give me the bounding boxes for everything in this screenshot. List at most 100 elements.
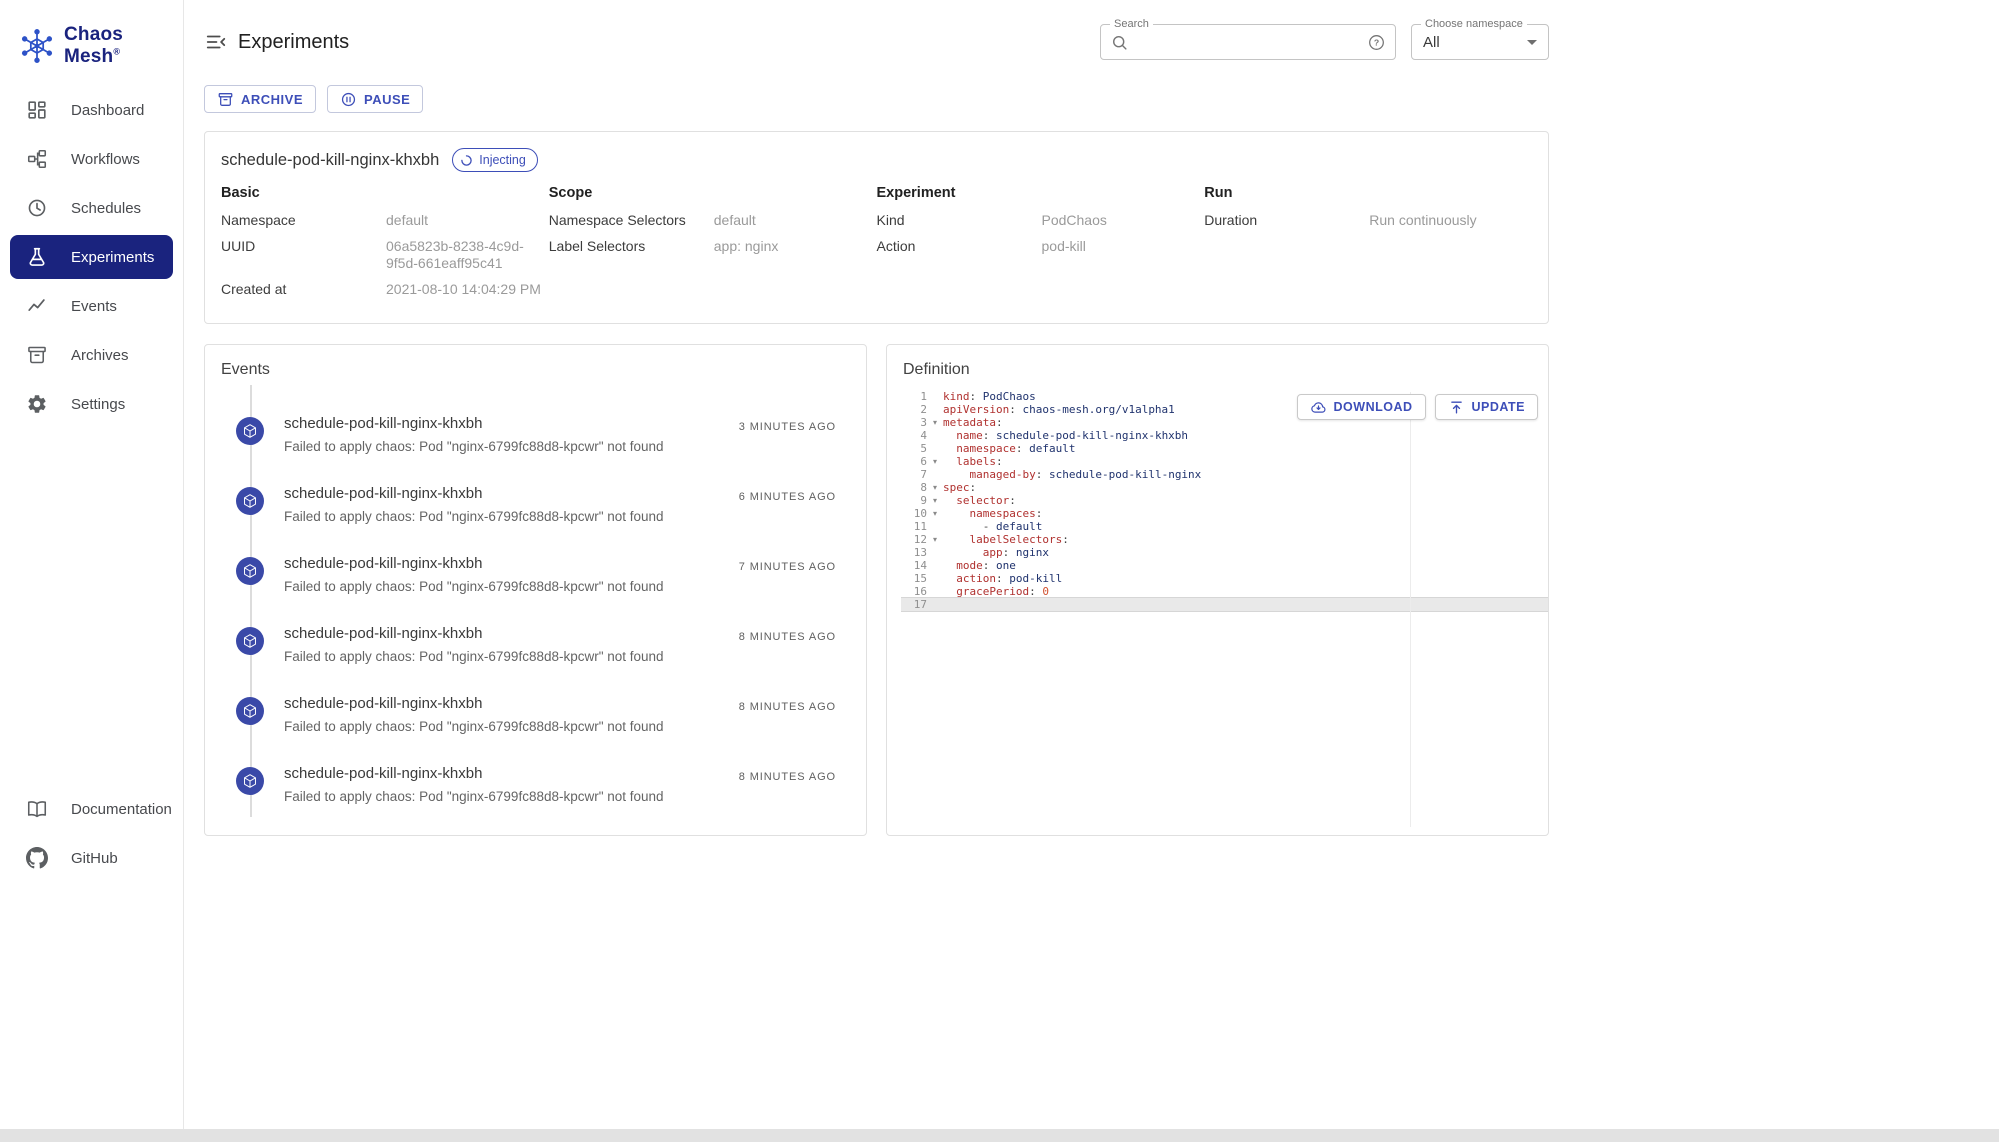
info-label: UUID [221, 238, 386, 272]
search-input[interactable] [1135, 34, 1361, 50]
info-value: default [714, 212, 756, 229]
namespace-select[interactable]: Choose namespace All [1411, 24, 1549, 60]
spinner-icon [460, 154, 473, 167]
sidebar-item-label: Archives [71, 347, 129, 364]
info-value: default [386, 212, 428, 229]
sidebar-item-label: Dashboard [71, 102, 144, 119]
lower-panels: Events schedule-pod-kill-nginx-khxbhFail… [204, 344, 1549, 836]
update-button-label: UPDATE [1472, 400, 1525, 414]
fold-gutter [927, 546, 943, 559]
code-text: name: schedule-pod-kill-nginx-khxbh [943, 429, 1548, 442]
menu-open-icon[interactable] [204, 30, 228, 54]
fold-icon[interactable]: ▾ [927, 416, 943, 429]
sidebar-item-experiments[interactable]: Experiments [10, 235, 173, 279]
definition-card: Definition DOWNLOAD UPDATE [886, 344, 1549, 836]
info-label: Namespace [221, 212, 386, 229]
info-row: Label Selectorsapp: nginx [549, 238, 877, 255]
events-icon [25, 294, 49, 318]
fold-icon[interactable]: ▾ [927, 533, 943, 546]
sidebar-item-workflows[interactable]: Workflows [10, 137, 173, 181]
code-text: gracePeriod: 0 [943, 585, 1548, 598]
code-line: 13 app: nginx [901, 546, 1548, 559]
info-label: Kind [877, 212, 1042, 229]
archive-button[interactable]: ARCHIVE [204, 85, 316, 113]
code-line: 12▾ labelSelectors: [901, 533, 1548, 546]
fold-gutter [927, 572, 943, 585]
event-item[interactable]: schedule-pod-kill-nginx-khxbhFailed to a… [221, 625, 850, 695]
sidebar-item-events[interactable]: Events [10, 284, 173, 328]
update-button[interactable]: UPDATE [1435, 394, 1538, 420]
pause-icon [340, 91, 357, 108]
code-text: selector: [943, 494, 1548, 507]
code-line: 14 mode: one [901, 559, 1548, 572]
sidebar-item-schedules[interactable]: Schedules [10, 186, 173, 230]
fold-gutter [927, 442, 943, 455]
info-value: pod-kill [1042, 238, 1086, 255]
line-number: 17 [901, 598, 927, 611]
sidebar-item-dashboard[interactable]: Dashboard [10, 88, 173, 132]
event-item[interactable]: schedule-pod-kill-nginx-khxbhFailed to a… [221, 695, 850, 765]
pod-chaos-cube-icon [236, 487, 264, 515]
svg-text:?: ? [1374, 37, 1379, 47]
fold-gutter [927, 468, 943, 481]
fold-gutter [927, 390, 943, 403]
line-number: 12 [901, 533, 927, 546]
fold-gutter [927, 559, 943, 572]
experiment-info-card: schedule-pod-kill-nginx-khxbh Injecting … [204, 131, 1549, 324]
line-number: 6 [901, 455, 927, 468]
sidebar-item-archives[interactable]: Archives [10, 333, 173, 377]
fold-icon[interactable]: ▾ [927, 494, 943, 507]
sidebar-item-label: Documentation [71, 801, 172, 818]
info-row: UUID06a5823b-8238-4c9d-9f5d-661eaff95c41 [221, 238, 549, 272]
code-text: app: nginx [943, 546, 1548, 559]
sidebar-item-settings[interactable]: Settings [10, 382, 173, 426]
event-message: Failed to apply chaos: Pod "nginx-6799fc… [284, 579, 850, 594]
search-icon [1110, 33, 1129, 52]
help-icon[interactable]: ? [1367, 33, 1386, 52]
logo-text: Chaos Mesh® [64, 24, 183, 68]
event-item[interactable]: schedule-pod-kill-nginx-khxbhFailed to a… [221, 555, 850, 625]
fold-icon[interactable]: ▾ [927, 481, 943, 494]
code-text: - default [943, 520, 1548, 533]
search-field[interactable]: Search ? [1100, 24, 1396, 60]
code-line: 5 namespace: default [901, 442, 1548, 455]
yaml-editor[interactable]: 1kind: PodChaos2apiVersion: chaos-mesh.o… [901, 390, 1548, 611]
event-message: Failed to apply chaos: Pod "nginx-6799fc… [284, 439, 850, 454]
sidebar-item-github[interactable]: GitHub [10, 836, 173, 880]
cloud-download-icon [1310, 399, 1327, 416]
sidebar-item-label: GitHub [71, 850, 118, 867]
info-section-scope: Scope Namespace Selectorsdefault Label Sel… [549, 185, 877, 307]
info-label: Created at [221, 281, 386, 298]
definition-actions: DOWNLOAD UPDATE [1297, 394, 1538, 420]
code-line: 7 managed-by: schedule-pod-kill-nginx [901, 468, 1548, 481]
download-button[interactable]: DOWNLOAD [1297, 394, 1426, 420]
fold-icon[interactable]: ▾ [927, 455, 943, 468]
workflows-icon [25, 147, 49, 171]
code-text: spec: [943, 481, 1548, 494]
pause-button-label: PAUSE [364, 92, 410, 107]
documentation-icon [25, 797, 49, 821]
code-text: managed-by: schedule-pod-kill-nginx [943, 468, 1548, 481]
line-number: 16 [901, 585, 927, 598]
code-line: 8▾spec: [901, 481, 1548, 494]
status-chip: Injecting [452, 148, 538, 172]
horizontal-scrollbar[interactable] [0, 1129, 1999, 1142]
info-label: Namespace Selectors [549, 212, 714, 229]
sidebar-item-label: Settings [71, 396, 125, 413]
main-area: Experiments Search ? Choose namespace Al… [184, 0, 1999, 1142]
info-section-title: Scope [549, 185, 877, 201]
info-row: KindPodChaos [877, 212, 1205, 229]
event-time: 8 MINUTES AGO [739, 771, 836, 783]
pause-button[interactable]: PAUSE [327, 85, 423, 113]
info-section-run: RunDurationRun continuously [1204, 185, 1532, 307]
event-time: 6 MINUTES AGO [739, 491, 836, 503]
chaos-mesh-logo[interactable]: Chaos Mesh® [0, 0, 183, 88]
event-item[interactable]: schedule-pod-kill-nginx-khxbhFailed to a… [221, 485, 850, 555]
event-item[interactable]: schedule-pod-kill-nginx-khxbhFailed to a… [221, 415, 850, 485]
event-item[interactable]: schedule-pod-kill-nginx-khxbhFailed to a… [221, 765, 850, 835]
fold-icon[interactable]: ▾ [927, 507, 943, 520]
line-number: 8 [901, 481, 927, 494]
sidebar-item-documentation[interactable]: Documentation [10, 787, 173, 831]
github-icon [25, 846, 49, 870]
code-line: 6▾ labels: [901, 455, 1548, 468]
